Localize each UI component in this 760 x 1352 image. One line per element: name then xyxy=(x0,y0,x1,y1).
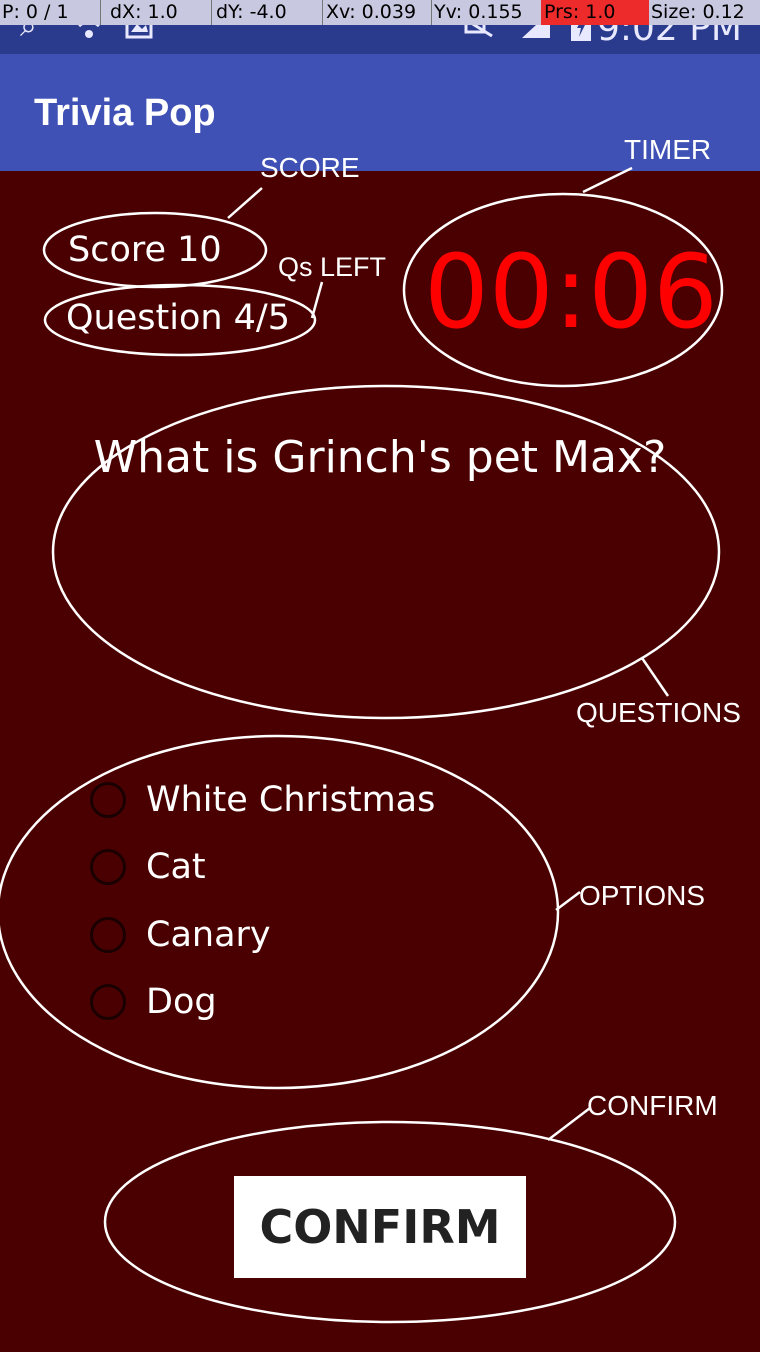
annotation-questions: QUESTIONS xyxy=(576,697,741,728)
pointer-location-bar: P: 0 / 1 dX: 1.0 dY: -4.0 Xv: 0.039 Yv: … xyxy=(0,0,760,25)
options-pointer-line xyxy=(555,891,581,911)
confirm-pointer-line xyxy=(547,1107,591,1141)
pointer-count: P: 0 / 1 xyxy=(2,1,69,23)
option-label: Cat xyxy=(146,847,206,887)
option-canary[interactable]: Canary xyxy=(90,910,271,960)
annotation-qs-left: Qs LEFT xyxy=(278,252,387,282)
divider xyxy=(100,0,101,25)
option-label: White Christmas xyxy=(146,780,436,820)
radio-button[interactable] xyxy=(90,782,126,818)
divider xyxy=(322,0,323,25)
option-label: Canary xyxy=(146,915,271,955)
timer-pointer-line xyxy=(582,166,633,194)
annotation-options: OPTIONS xyxy=(579,880,706,911)
delta-x: dX: 1.0 xyxy=(110,1,178,23)
question-counter: Question 4/5 xyxy=(66,298,290,338)
confirm-button[interactable]: CONFIRM xyxy=(234,1176,526,1278)
annotation-overlay xyxy=(0,166,724,1324)
option-label: Dog xyxy=(146,982,217,1022)
option-dog[interactable]: Dog xyxy=(90,977,217,1027)
annotation-confirm: CONFIRM xyxy=(587,1090,718,1121)
radio-button[interactable] xyxy=(90,917,126,953)
touch-size: Size: 0.12 xyxy=(651,1,745,23)
divider xyxy=(431,0,432,25)
question-text: What is Grinch's pet Max? xyxy=(93,432,667,483)
score-label: Score 10 xyxy=(68,230,222,270)
countdown-timer: 00:06 xyxy=(424,233,718,352)
delta-y: dY: -4.0 xyxy=(216,1,287,23)
option-white-christmas[interactable]: White Christmas xyxy=(90,775,435,825)
score-pointer-line xyxy=(227,187,263,219)
annotation-timer: TIMER xyxy=(624,134,712,165)
annotation-score: SCORE xyxy=(260,152,360,183)
radio-button[interactable] xyxy=(90,984,126,1020)
app-title: Trivia Pop xyxy=(34,92,216,134)
pressure: Prs: 1.0 xyxy=(544,1,616,23)
velocity-x: Xv: 0.039 xyxy=(326,1,417,23)
radio-button[interactable] xyxy=(90,849,126,885)
divider xyxy=(211,0,212,25)
velocity-y: Yv: 0.155 xyxy=(434,1,523,23)
option-cat[interactable]: Cat xyxy=(90,842,206,892)
questions-pointer-line xyxy=(640,657,670,697)
qs-left-pointer-line xyxy=(310,281,324,319)
